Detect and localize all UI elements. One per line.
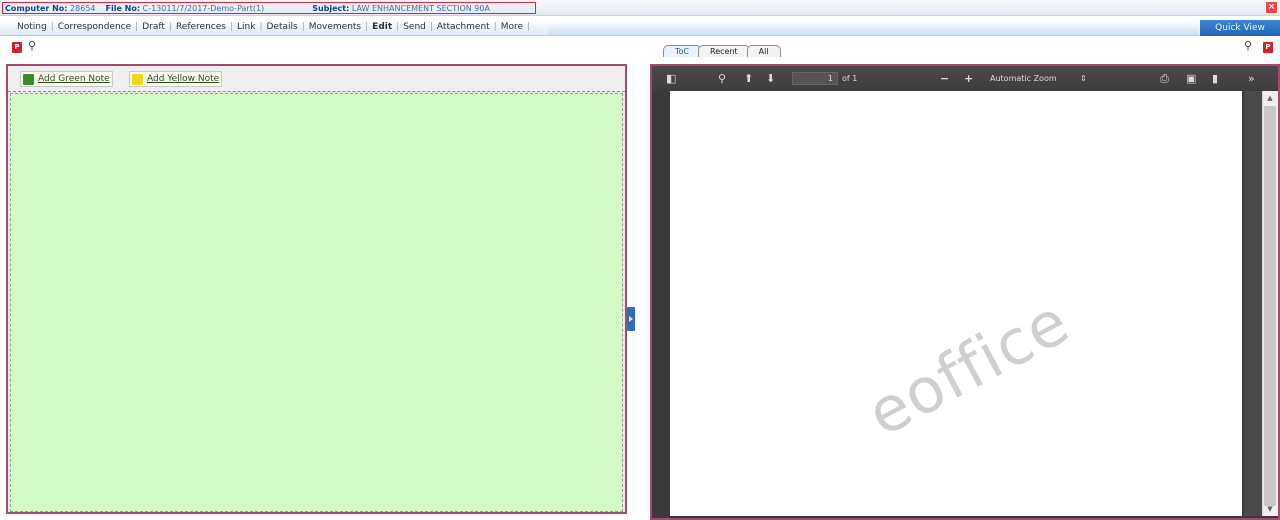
pdf-toolbar: ◧ ⚲ ⬆ ⬇ 1 of 1 − + Automatic Zoom ⇕ ⎙ ▣ … [652, 66, 1278, 91]
menu-details[interactable]: Details [263, 22, 302, 32]
file-info-bar: Computer No: 28654 File No: C-13011/7/20… [0, 0, 1280, 16]
download-icon[interactable]: ▣ [1186, 72, 1196, 85]
menu-draft[interactable]: Draft [138, 22, 169, 32]
tab-all[interactable]: All [746, 45, 781, 57]
file-info-box: Computer No: 28654 File No: C-13011/7/20… [2, 2, 536, 14]
menu-divider [548, 21, 1198, 35]
add-green-note-label: Add Green Note [38, 74, 110, 84]
computer-no-label: Computer No: [5, 3, 68, 13]
zoom-out-icon[interactable]: − [940, 72, 949, 85]
add-green-note-button[interactable]: Add Green Note [20, 71, 113, 87]
note-editor-area[interactable] [10, 93, 623, 512]
menu-items: Noting | Correspondence | Draft | Reference… [13, 22, 530, 32]
tab-strip: ToC Recent All [663, 45, 781, 57]
pdf-viewer: ◧ ⚲ ⬆ ⬇ 1 of 1 − + Automatic Zoom ⇕ ⎙ ▣ … [650, 64, 1280, 520]
subject-label: Subject: [312, 3, 350, 13]
search-icon-right[interactable]: ⚲ [1244, 39, 1252, 52]
computer-no-value: 28654 [70, 3, 96, 13]
sidebar-toggle-icon[interactable]: ◧ [666, 72, 676, 85]
file-no-value: C-13011/7/2017-Demo-Part(1) [142, 3, 265, 13]
quick-view-button[interactable]: Quick View [1200, 20, 1280, 36]
pdf-icon[interactable]: P [12, 42, 22, 53]
pdf-page: eoffice [670, 91, 1242, 516]
page-number-input[interactable]: 1 [792, 72, 838, 85]
page-count: of 1 [842, 74, 858, 83]
tab-recent[interactable]: Recent [698, 45, 750, 57]
scroll-up-icon[interactable]: ▲ [1264, 93, 1276, 103]
tools-menu-icon[interactable]: » [1248, 72, 1255, 85]
pdf-gutter [1244, 91, 1262, 516]
menu-more[interactable]: More [497, 22, 527, 32]
zoom-select[interactable]: Automatic Zoom [990, 74, 1057, 83]
add-yellow-note-label: Add Yellow Note [147, 74, 220, 84]
subject-value: LAW ENHANCEMENT SECTION 90A [351, 3, 490, 13]
zoom-in-icon[interactable]: + [964, 72, 973, 85]
find-icon[interactable]: ⚲ [718, 72, 726, 85]
menu-noting[interactable]: Noting [13, 22, 51, 32]
menu-link[interactable]: Link [233, 22, 259, 32]
search-icon[interactable]: ⚲ [28, 39, 36, 52]
previous-page-icon[interactable]: ⬆ [744, 72, 753, 85]
zoom-dropdown-icon[interactable]: ⇕ [1080, 74, 1087, 83]
yellow-note-icon [132, 73, 143, 85]
scrollbar-thumb[interactable] [1264, 106, 1276, 506]
print-icon[interactable]: ⎙ [1160, 72, 1169, 86]
menu-movements[interactable]: Movements [305, 22, 365, 32]
menu-correspondence[interactable]: Correspondence [54, 22, 135, 32]
notes-toolbar: Add Green Note Add Yellow Note [8, 66, 625, 92]
notes-panel: Add Green Note Add Yellow Note [6, 64, 627, 514]
next-page-icon[interactable]: ⬇ [766, 72, 775, 85]
menu-attachment[interactable]: Attachment [433, 22, 494, 32]
close-icon[interactable]: × [1266, 2, 1277, 13]
add-yellow-note-button[interactable]: Add Yellow Note [129, 71, 223, 87]
file-no-label: File No: [105, 3, 141, 13]
green-note-icon [23, 73, 34, 85]
tab-toc[interactable]: ToC [663, 45, 702, 57]
pdf-icon-right[interactable]: P [1263, 42, 1273, 53]
panel-splitter-handle[interactable] [627, 307, 635, 331]
menu-edit[interactable]: Edit [368, 22, 396, 32]
menu-references[interactable]: References [172, 22, 230, 32]
scroll-down-icon[interactable]: ▼ [1264, 504, 1276, 514]
menu-send[interactable]: Send [399, 22, 430, 32]
bookmark-icon[interactable]: ▮ [1212, 72, 1218, 85]
watermark-text: eoffice [855, 284, 1081, 451]
